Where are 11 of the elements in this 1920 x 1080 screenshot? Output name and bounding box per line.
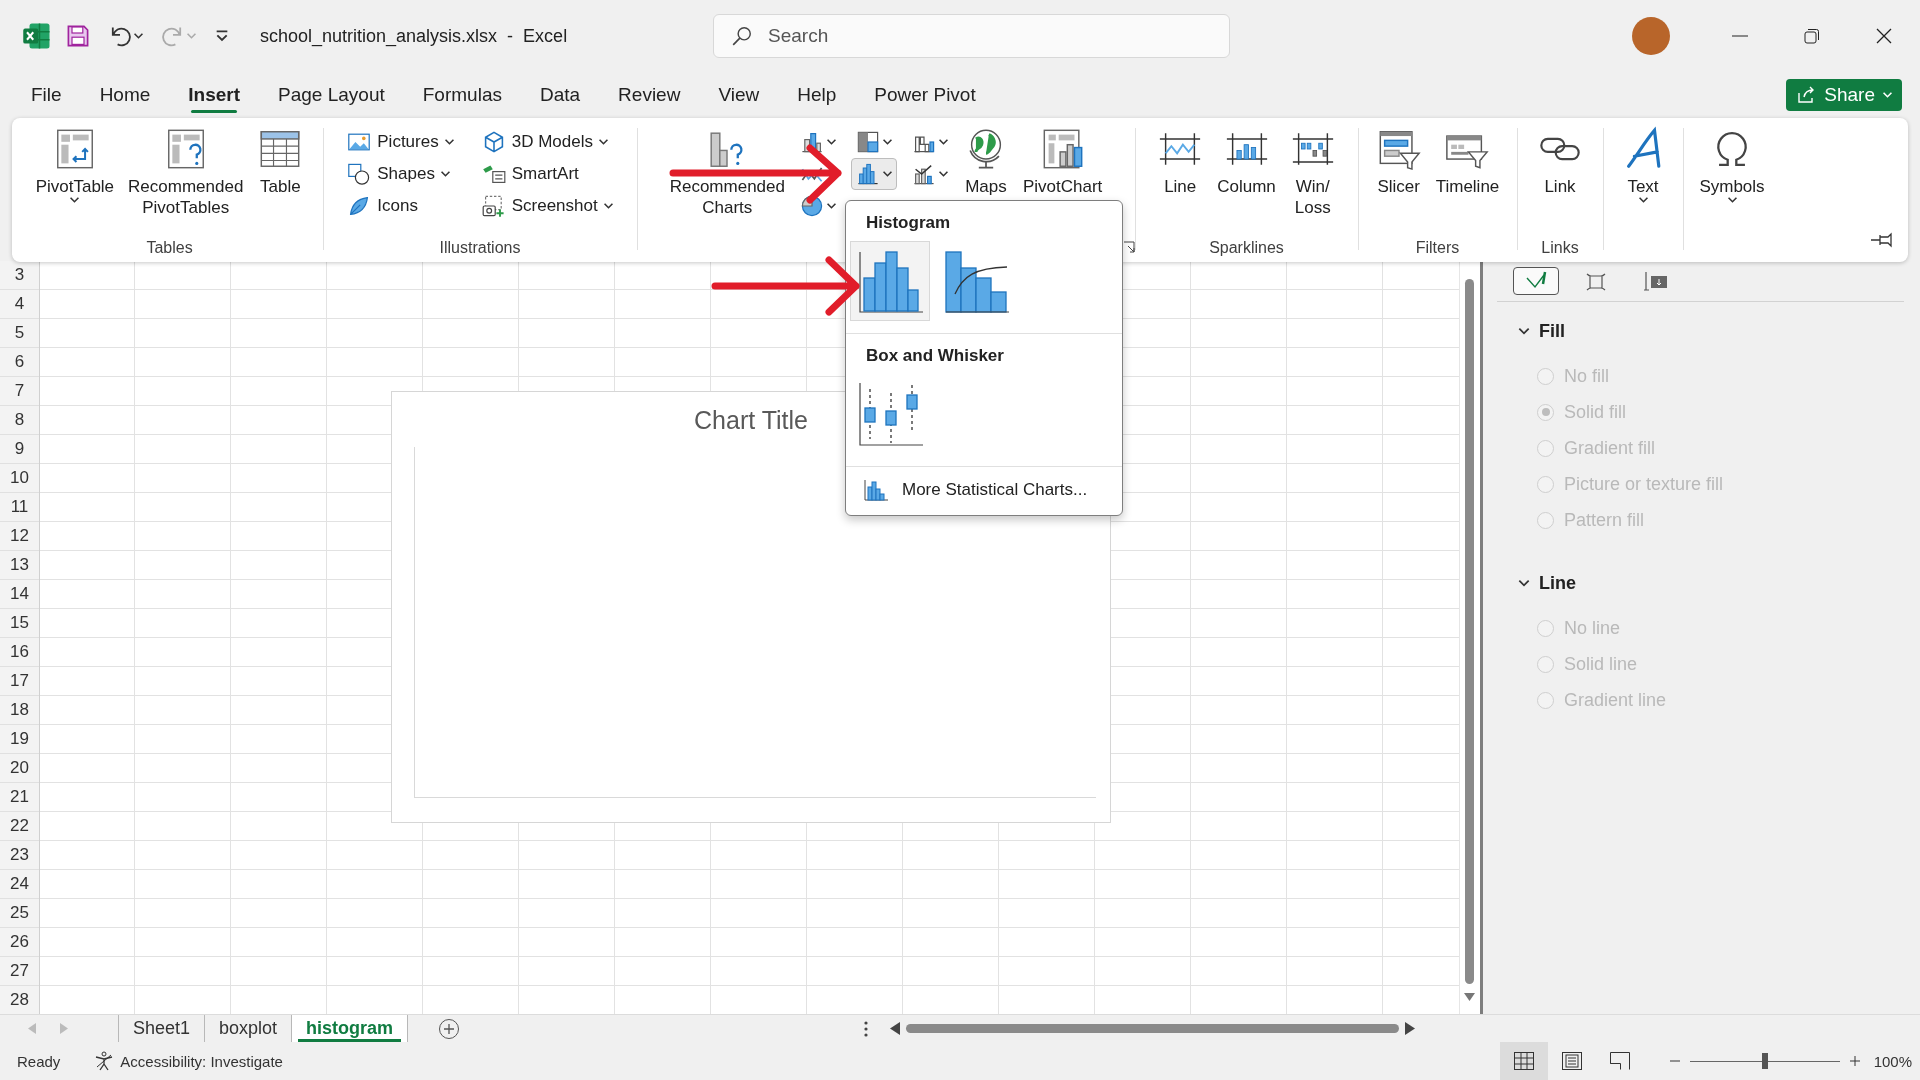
group-label: Tables: [146, 239, 193, 257]
menu-heading: Box and Whisker: [865, 345, 1005, 367]
group-label: Links: [1541, 239, 1579, 257]
status-text: Ready: [17, 1052, 61, 1070]
group-label: Sparklines: [1209, 239, 1284, 257]
window-title: school_nutrition_analysis.xlsx - Excel: [260, 25, 568, 47]
group-label: Illustrations: [439, 239, 521, 257]
zoom-level: 100%: [1873, 1052, 1912, 1070]
group-label: Filters: [1415, 239, 1460, 257]
chart-title: Chart Title: [694, 406, 808, 434]
menu-heading: Histogram: [865, 212, 952, 234]
